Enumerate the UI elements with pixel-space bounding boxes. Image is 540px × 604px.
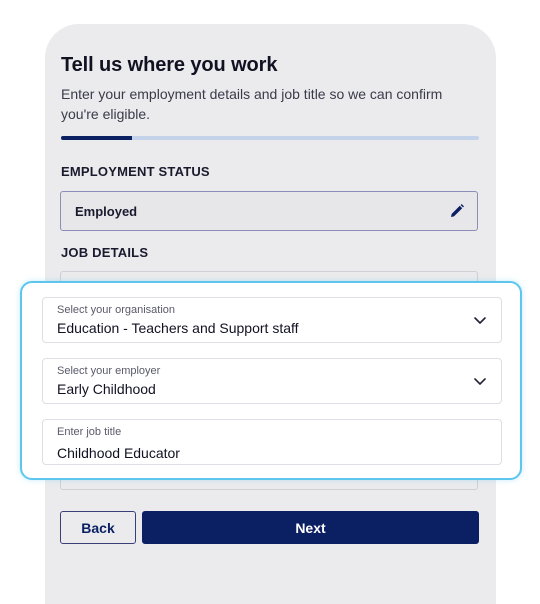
employment-status-label: EMPLOYMENT STATUS <box>61 164 210 179</box>
employer-select[interactable]: Select your employer Early Childhood <box>42 358 502 404</box>
organisation-select-value: Education - Teachers and Support staff <box>57 320 299 336</box>
job-details-label: JOB DETAILS <box>61 245 149 260</box>
job-title-input-label: Enter job title <box>57 426 122 438</box>
job-details-highlight-panel: Select your organisation Education - Tea… <box>20 281 522 480</box>
employment-status-value: Employed <box>75 204 138 219</box>
employment-status-field[interactable]: Employed <box>60 191 478 231</box>
employer-select-value: Early Childhood <box>57 381 156 397</box>
job-title-input-value[interactable]: Childhood Educator <box>57 445 180 461</box>
progress-bar-fill <box>61 136 133 140</box>
chevron-down-icon[interactable] <box>473 377 487 387</box>
pencil-icon[interactable] <box>449 203 465 219</box>
employer-select-label: Select your employer <box>57 365 161 377</box>
page-title: Tell us where you work <box>61 54 278 76</box>
back-button[interactable]: Back <box>60 511 136 544</box>
progress-bar <box>61 136 479 140</box>
next-button[interactable]: Next <box>142 511 479 544</box>
organisation-select-label: Select your organisation <box>57 304 176 316</box>
organisation-select[interactable]: Select your organisation Education - Tea… <box>42 297 502 343</box>
chevron-down-icon[interactable] <box>473 316 487 326</box>
page-subtitle: Enter your employment details and job ti… <box>61 86 443 122</box>
job-title-input[interactable]: Enter job title Childhood Educator <box>42 419 502 465</box>
